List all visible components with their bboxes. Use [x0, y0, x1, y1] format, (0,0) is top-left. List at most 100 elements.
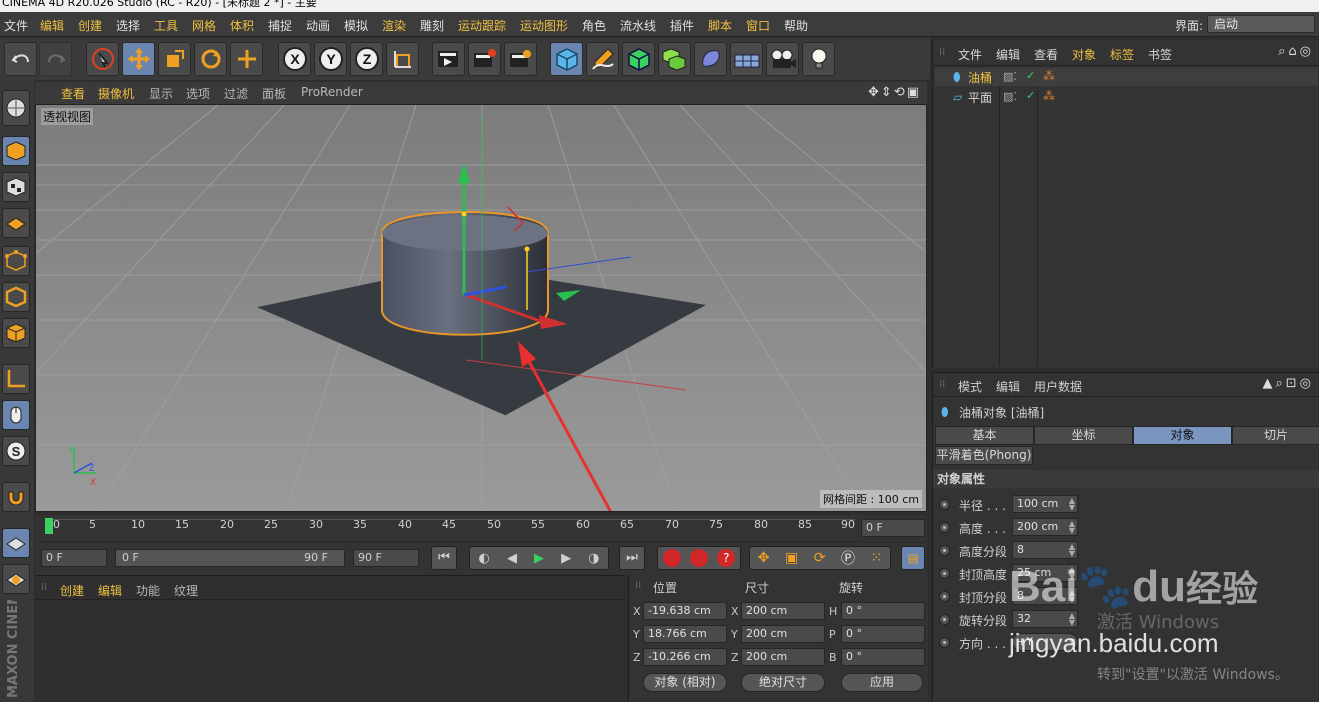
rot-p-field[interactable]: 0 ° [841, 625, 925, 643]
tag-icon[interactable]: ⁂ [1043, 69, 1055, 83]
material-menu-function[interactable]: 功能 [136, 582, 160, 599]
key-param-icon[interactable]: Ⓟ [841, 548, 855, 568]
timeline-playhead[interactable] [45, 518, 53, 534]
animate-radio[interactable] [939, 522, 950, 533]
attr-tab-phong[interactable]: 平滑着色(Phong) [935, 446, 1033, 465]
menu-snap[interactable]: 捕捉 [268, 17, 292, 34]
current-frame-field[interactable]: 0 F [861, 519, 925, 537]
animate-radio[interactable] [939, 568, 950, 579]
camera-icon[interactable] [766, 42, 799, 76]
animate-radio[interactable] [939, 637, 950, 648]
menu-tools[interactable]: 工具 [154, 17, 178, 34]
layout-select[interactable]: 启动 [1207, 15, 1315, 33]
axis-mode-icon[interactable] [2, 364, 30, 394]
perspective-viewport[interactable]: Y Z X 透视视图 网格间距 : 100 cm [35, 104, 927, 512]
menu-select[interactable]: 选择 [116, 17, 140, 34]
cap-segments-field[interactable]: 8 ▲ ▼ [1012, 587, 1078, 605]
next-key-icon[interactable]: ◑ [588, 551, 599, 566]
om-menu-file[interactable]: 文件 [958, 46, 982, 63]
key-rotation-icon[interactable]: ⟳ [814, 550, 826, 566]
om-menu-edit[interactable]: 编辑 [996, 46, 1020, 63]
menu-pipeline[interactable]: 流水线 [620, 17, 656, 34]
move-icon[interactable] [122, 42, 155, 76]
record-icon[interactable] [662, 549, 681, 567]
menu-file[interactable]: 文件 [4, 17, 28, 34]
viewport-menu-options[interactable]: 选项 [186, 85, 210, 102]
lock-workplane-icon[interactable] [2, 528, 30, 558]
edges-mode-icon[interactable] [2, 282, 30, 312]
animate-radio[interactable] [939, 591, 950, 602]
menu-render[interactable]: 渲染 [382, 17, 406, 34]
material-menu-edit[interactable]: 编辑 [98, 582, 122, 599]
film-icon[interactable]: ▤ [901, 546, 925, 570]
coordinate-system-icon[interactable] [386, 42, 419, 76]
key-pla-icon[interactable]: ⁙ [870, 550, 882, 566]
keyframe-help-icon[interactable]: ? [717, 549, 736, 567]
viewport-menu-filter[interactable]: 过滤 [224, 85, 248, 102]
goto-end-icon[interactable]: ⏭ [619, 546, 645, 570]
attr-tab-slice[interactable]: 切片 [1232, 426, 1319, 445]
menu-edit[interactable]: 编辑 [40, 17, 64, 34]
x-axis-icon[interactable]: X [278, 42, 311, 76]
workplane-mode-icon[interactable] [2, 208, 30, 238]
menu-sculpt[interactable]: 雕刻 [420, 17, 444, 34]
rot-b-field[interactable]: 0 ° [841, 648, 925, 666]
redo-icon[interactable] [39, 42, 72, 76]
menu-script[interactable]: 脚本 [708, 17, 732, 34]
menu-help[interactable]: 帮助 [784, 17, 808, 34]
rotation-segments-field[interactable]: 32 ▲ ▼ [1012, 610, 1078, 628]
size-y-field[interactable]: 200 cm [741, 625, 825, 643]
apply-button[interactable]: 应用 [841, 673, 923, 692]
rot-h-field[interactable]: 0 ° [841, 602, 925, 620]
menu-mesh[interactable]: 网格 [192, 17, 216, 34]
attr-tools-icons[interactable]: ▲⌕⊡◎ [1262, 376, 1314, 391]
timeline-ruler[interactable]: 0 5 10 15 20 25 30 35 40 45 50 55 60 65 … [35, 515, 927, 541]
points-mode-icon[interactable] [2, 246, 30, 276]
attr-menu-userdata[interactable]: 用户数据 [1034, 378, 1082, 395]
key-position-icon[interactable]: ✥ [758, 550, 770, 566]
viewport-nav-icons[interactable]: ✥⇕⟲▣ [868, 85, 921, 100]
goto-start-icon[interactable]: ⏮ [431, 546, 457, 570]
size-z-field[interactable]: 200 cm [741, 648, 825, 666]
polygons-mode-icon[interactable] [2, 318, 30, 348]
viewport-menu-prorender[interactable]: ProRender [301, 85, 363, 99]
om-menu-bookmarks[interactable]: 书签 [1148, 46, 1172, 63]
cube-icon[interactable] [550, 42, 583, 76]
render-view-icon[interactable] [432, 42, 465, 76]
viewport-menu-view[interactable]: 查看 [61, 85, 85, 102]
om-menu-view[interactable]: 查看 [1034, 46, 1058, 63]
tweak-mode-icon[interactable] [2, 400, 30, 430]
pen-icon[interactable] [586, 42, 619, 76]
animate-radio[interactable] [939, 499, 950, 510]
pos-x-field[interactable]: -19.638 cm [643, 602, 727, 620]
animate-radio[interactable] [939, 545, 950, 556]
coord-mode-select[interactable]: 对象 (相对) [643, 673, 727, 692]
om-menu-tags[interactable]: 标签 [1110, 46, 1134, 63]
om-tools-icons[interactable]: ⌕⌂◎ [1278, 44, 1314, 59]
om-menu-objects[interactable]: 对象 [1072, 46, 1096, 63]
menu-motion-tracker[interactable]: 运动跟踪 [458, 17, 506, 34]
preview-end-field[interactable]: 90 F [353, 549, 419, 567]
attr-tab-coord[interactable]: 坐标 [1034, 426, 1133, 445]
menu-volume[interactable]: 体积 [230, 17, 254, 34]
pos-y-field[interactable]: 18.766 cm [643, 625, 727, 643]
render-picture-viewer-icon[interactable] [468, 42, 501, 76]
z-axis-icon[interactable]: Z [350, 42, 383, 76]
preview-start-field[interactable]: 0 F [41, 549, 107, 567]
next-frame-icon[interactable]: ▶ [561, 551, 571, 566]
prev-frame-icon[interactable]: ◀ [507, 551, 517, 566]
magnet-icon[interactable] [2, 482, 30, 512]
menu-window[interactable]: 窗口 [746, 17, 770, 34]
object-row-plane[interactable]: ▱ 平面 ▨⁚ ✓ ⁂ [935, 88, 1318, 106]
play-icon[interactable]: ▶ [534, 551, 544, 566]
menu-mograph[interactable]: 运动图形 [520, 17, 568, 34]
size-x-field[interactable]: 200 cm [741, 602, 825, 620]
y-axis-icon[interactable]: Y [314, 42, 347, 76]
key-scale-icon[interactable]: ▣ [785, 550, 798, 566]
height-segments-field[interactable]: 8 ▲ ▼ [1012, 541, 1078, 559]
height-field[interactable]: 200 cm ▲ ▼ [1012, 518, 1078, 536]
menu-character[interactable]: 角色 [582, 17, 606, 34]
prev-key-icon[interactable]: ◐ [479, 551, 490, 566]
last-tool-icon[interactable] [230, 42, 263, 76]
size-mode-select[interactable]: 绝对尺寸 [741, 673, 825, 692]
